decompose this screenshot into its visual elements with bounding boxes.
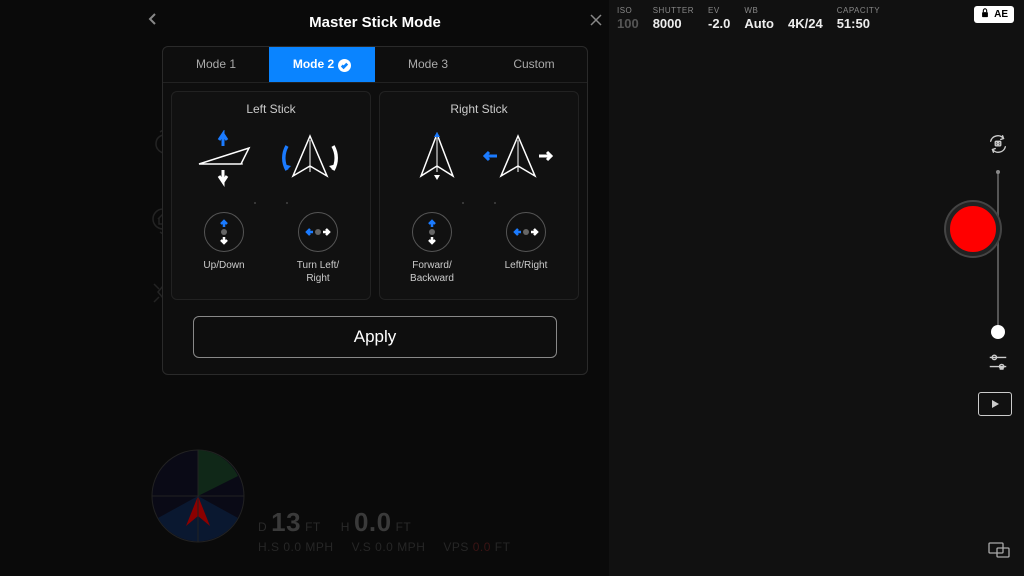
playback-button[interactable] (978, 392, 1012, 416)
back-button[interactable] (146, 12, 160, 31)
camera-switch-icon[interactable] (984, 130, 1012, 158)
telemetry-footer: D13FT H0.0FT H.S 0.0 MPH V.S 0.0 MPH VPS… (258, 507, 510, 554)
stick-mode-modal: Master Stick Mode Mode 1 Mode 2 Mode 3 C… (140, 6, 610, 375)
tab-mode1[interactable]: Mode 1 (163, 47, 269, 82)
slider-knob[interactable] (991, 325, 1005, 339)
svg-text:M: M (1000, 366, 1003, 370)
right-ctrl-forward: Forward/ Backward (396, 212, 468, 285)
camera-tools: M (984, 130, 1012, 376)
record-button[interactable] (946, 202, 1000, 256)
cam-shutter[interactable]: SHUTTER8000 (653, 6, 694, 31)
camera-viewport: ISO100 SHUTTER8000 EV-2.0 WBAuto 4K/24 C… (609, 0, 1024, 576)
ae-lock-toggle[interactable]: AE (974, 6, 1014, 23)
settings-sliders-icon[interactable]: M (984, 348, 1012, 376)
tab-custom[interactable]: Custom (481, 47, 587, 82)
apply-button[interactable]: Apply (193, 316, 557, 358)
tab-mode3[interactable]: Mode 3 (375, 47, 481, 82)
camera-topbar: ISO100 SHUTTER8000 EV-2.0 WBAuto 4K/24 C… (609, 0, 1024, 31)
mode-tabs: Mode 1 Mode 2 Mode 3 Custom (163, 47, 587, 83)
right-stick-diagram (399, 130, 559, 188)
cam-format[interactable]: 4K/24 (788, 6, 823, 31)
cam-wb[interactable]: WBAuto (744, 6, 774, 31)
lock-icon (980, 8, 990, 21)
radar-compass[interactable] (148, 446, 248, 546)
close-button[interactable] (588, 12, 604, 33)
window-swap-icon[interactable] (988, 540, 1010, 558)
right-ctrl-leftright: Left/Right (490, 212, 562, 285)
left-stick-diagram (191, 130, 351, 188)
left-stick-title: Left Stick (246, 102, 295, 116)
left-stick-panel: Left Stick (171, 91, 371, 300)
left-ctrl-turn: Turn Left/ Right (282, 212, 354, 285)
check-icon (338, 59, 351, 72)
right-stick-panel: Right Stick (379, 91, 579, 300)
cam-iso[interactable]: ISO100 (617, 6, 639, 31)
right-stick-title: Right Stick (450, 102, 507, 116)
left-ctrl-updown: Up/Down (188, 212, 260, 285)
cam-capacity[interactable]: CAPACITY51:50 (837, 6, 880, 31)
tab-mode2[interactable]: Mode 2 (269, 47, 375, 82)
modal-title: Master Stick Mode (309, 14, 441, 31)
cam-ev[interactable]: EV-2.0 (708, 6, 730, 31)
